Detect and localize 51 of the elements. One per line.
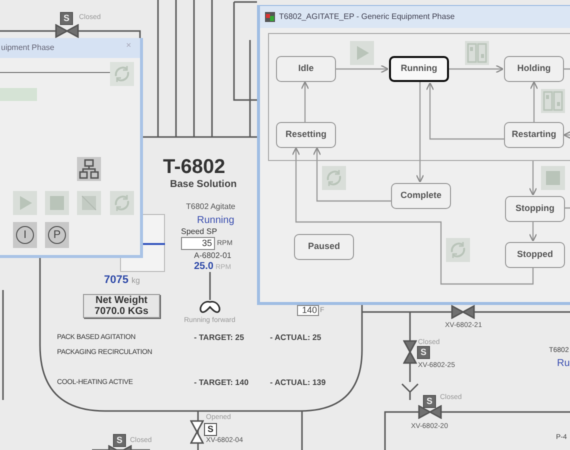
state-button[interactable]: Complete (391, 183, 451, 209)
state-button[interactable]: Holding (504, 56, 564, 82)
refresh-icon (322, 166, 346, 190)
refresh-icon (446, 238, 470, 262)
tank-description: Base Solution (170, 180, 237, 190)
play-icon (350, 41, 374, 65)
mode-button[interactable]: P (48, 226, 66, 244)
weight-unit: kg (131, 277, 140, 285)
solenoid-actuator: S (204, 423, 217, 436)
target-value: - TARGET: 25 (194, 334, 244, 342)
agitator-tag: A-6802-01 (194, 252, 232, 260)
state-button[interactable]: Running (389, 56, 449, 82)
pause-icon (541, 89, 565, 113)
state-button[interactable]: Stopping (505, 196, 565, 222)
weight-value: 7075 (104, 275, 128, 286)
window-app-icon (265, 12, 275, 22)
solenoid-actuator: S (417, 346, 430, 359)
temperature-field[interactable]: 140 (297, 305, 319, 316)
target-value: - TARGET: 140 (194, 379, 249, 387)
status-bar (0, 88, 37, 101)
play-icon (13, 191, 37, 215)
state-button[interactable]: Idle (276, 56, 336, 82)
agitator-label: T6802 Agitate (186, 203, 236, 211)
speed-sp-field[interactable]: 35 (181, 237, 215, 250)
mode-button[interactable]: I (16, 226, 34, 244)
window-title: uipment Phase (1, 44, 54, 52)
state-button[interactable]: Paused (294, 234, 354, 260)
square-icon (77, 191, 101, 215)
state-button[interactable]: Restarting (504, 122, 564, 148)
refresh-icon (110, 191, 134, 215)
stop-icon (541, 166, 565, 190)
state-button[interactable]: Stopped (505, 242, 565, 268)
impeller-icon (198, 300, 222, 314)
speed-sp-label: Speed SP (181, 228, 218, 236)
agitator-speed: 25.0 (194, 262, 214, 272)
equipment-status: Ru (557, 359, 570, 369)
flowchart-icon (77, 157, 101, 181)
trend-line (143, 243, 165, 245)
agitator-status: Running (197, 216, 234, 226)
stop-icon (45, 191, 69, 215)
solenoid-actuator: S (60, 12, 73, 25)
solenoid-actuator: S (113, 434, 126, 447)
solenoid-actuator: S (423, 395, 436, 408)
tank-name: T-6802 (163, 157, 226, 177)
refresh-icon (110, 62, 134, 86)
state-button[interactable]: Resetting (276, 122, 336, 148)
pause-icon (465, 41, 489, 65)
window-title: T6802_AGITATE_EP - Generic Equipment Phase (279, 13, 455, 21)
net-weight-button[interactable]: Net Weight 7070.0 KGs (83, 294, 160, 318)
actual-value: - ACTUAL: 25 (270, 334, 322, 342)
actual-value: - ACTUAL: 139 (270, 379, 326, 387)
